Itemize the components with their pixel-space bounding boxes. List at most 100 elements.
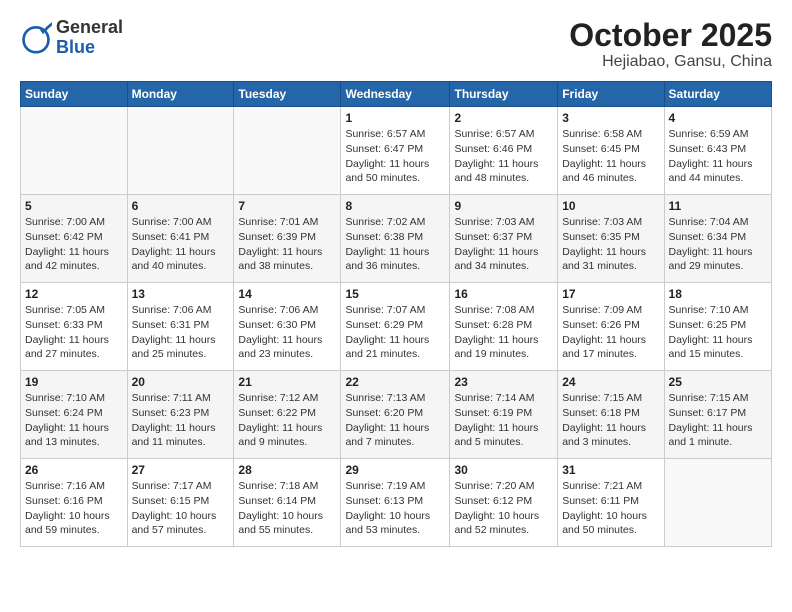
calendar-subtitle: Hejiabao, Gansu, China xyxy=(569,53,772,71)
calendar-week-3: 19Sunrise: 7:10 AM Sunset: 6:24 PM Dayli… xyxy=(21,371,772,459)
day-number: 4 xyxy=(669,111,767,125)
day-number: 10 xyxy=(562,199,659,213)
calendar-cell xyxy=(21,107,128,195)
day-detail: Sunrise: 7:19 AM Sunset: 6:13 PM Dayligh… xyxy=(345,479,445,538)
calendar-week-2: 12 Sunrise: 7:05 AM Sunset: 6:33 PM Dayli… xyxy=(21,283,772,371)
day-detail: Sunrise: 7:00 AM Sunset: 6:41 PM Dayligh… xyxy=(132,215,230,274)
day-number: 14 xyxy=(238,287,336,301)
calendar-cell: 28Sunrise: 7:18 AM Sunset: 6:14 PM Dayli… xyxy=(234,459,341,547)
header-friday: Friday xyxy=(558,82,664,107)
day-number: 9 xyxy=(454,199,553,213)
day-detail: Sunrise: 7:00 AM Sunset: 6:42 PM Dayligh… xyxy=(25,215,123,274)
calendar-cell: 15 Sunrise: 7:07 AM Sunset: 6:29 PM Dayli… xyxy=(341,283,450,371)
calendar-cell: 14 Sunrise: 7:06 AM Sunset: 6:30 PM Dayli… xyxy=(234,283,341,371)
calendar-cell: 6 Sunrise: 7:00 AM Sunset: 6:41 PM Daylig… xyxy=(127,195,234,283)
calendar-cell: 9 Sunrise: 7:03 AM Sunset: 6:37 PM Daylig… xyxy=(450,195,558,283)
day-detail: Sunrise: 7:09 AM Sunset: 6:26 PM Dayligh… xyxy=(562,303,659,362)
calendar-cell: 18 Sunrise: 7:10 AM Sunset: 6:25 PM Dayli… xyxy=(664,283,771,371)
calendar-cell: 16Sunrise: 7:08 AM Sunset: 6:28 PM Dayli… xyxy=(450,283,558,371)
calendar-cell: 10 Sunrise: 7:03 AM Sunset: 6:35 PM Dayli… xyxy=(558,195,664,283)
calendar-cell: 22 Sunrise: 7:13 AM Sunset: 6:20 PM Dayli… xyxy=(341,371,450,459)
day-number: 6 xyxy=(132,199,230,213)
day-number: 31 xyxy=(562,463,659,477)
day-detail: Sunrise: 7:08 AM Sunset: 6:28 PM Dayligh… xyxy=(454,303,553,362)
day-detail: Sunrise: 6:57 AM Sunset: 6:47 PM Dayligh… xyxy=(345,127,445,186)
day-detail: Sunrise: 7:05 AM Sunset: 6:33 PM Dayligh… xyxy=(25,303,123,362)
day-number: 25 xyxy=(669,375,767,389)
calendar-cell: 4 Sunrise: 6:59 AM Sunset: 6:43 PM Daylig… xyxy=(664,107,771,195)
logo-blue-text: Blue xyxy=(56,37,95,57)
day-detail: Sunrise: 7:03 AM Sunset: 6:37 PM Dayligh… xyxy=(454,215,553,274)
page: General Blue October 2025 Hejiabao, Gans… xyxy=(0,0,792,612)
day-detail: Sunrise: 7:13 AM Sunset: 6:20 PM Dayligh… xyxy=(345,391,445,450)
calendar-cell: 1Sunrise: 6:57 AM Sunset: 6:47 PM Daylig… xyxy=(341,107,450,195)
day-detail: Sunrise: 7:21 AM Sunset: 6:11 PM Dayligh… xyxy=(562,479,659,538)
day-number: 18 xyxy=(669,287,767,301)
day-number: 22 xyxy=(345,375,445,389)
day-detail: Sunrise: 7:20 AM Sunset: 6:12 PM Dayligh… xyxy=(454,479,553,538)
day-number: 15 xyxy=(345,287,445,301)
day-number: 27 xyxy=(132,463,230,477)
day-number: 20 xyxy=(132,375,230,389)
calendar-cell xyxy=(234,107,341,195)
calendar-cell: 20 Sunrise: 7:11 AM Sunset: 6:23 PM Dayli… xyxy=(127,371,234,459)
day-number: 13 xyxy=(132,287,230,301)
calendar-cell: 13 Sunrise: 7:06 AM Sunset: 6:31 PM Dayli… xyxy=(127,283,234,371)
calendar-cell: 17Sunrise: 7:09 AM Sunset: 6:26 PM Dayli… xyxy=(558,283,664,371)
calendar-cell: 26Sunrise: 7:16 AM Sunset: 6:16 PM Dayli… xyxy=(21,459,128,547)
calendar-cell: 29 Sunrise: 7:19 AM Sunset: 6:13 PM Dayli… xyxy=(341,459,450,547)
calendar-cell: 8Sunrise: 7:02 AM Sunset: 6:38 PM Daylig… xyxy=(341,195,450,283)
day-detail: Sunrise: 7:14 AM Sunset: 6:19 PM Dayligh… xyxy=(454,391,553,450)
calendar-cell: 3Sunrise: 6:58 AM Sunset: 6:45 PM Daylig… xyxy=(558,107,664,195)
header: General Blue October 2025 Hejiabao, Gans… xyxy=(20,18,772,71)
day-detail: Sunrise: 6:59 AM Sunset: 6:43 PM Dayligh… xyxy=(669,127,767,186)
calendar-header-row: SundayMondayTuesdayWednesdayThursdayFrid… xyxy=(21,82,772,107)
calendar-cell: 23 Sunrise: 7:14 AM Sunset: 6:19 PM Dayli… xyxy=(450,371,558,459)
calendar-cell: 24Sunrise: 7:15 AM Sunset: 6:18 PM Dayli… xyxy=(558,371,664,459)
title-block: October 2025 Hejiabao, Gansu, China xyxy=(569,18,772,71)
day-detail: Sunrise: 7:01 AM Sunset: 6:39 PM Dayligh… xyxy=(238,215,336,274)
day-detail: Sunrise: 7:10 AM Sunset: 6:25 PM Dayligh… xyxy=(669,303,767,362)
calendar-cell: 30Sunrise: 7:20 AM Sunset: 6:12 PM Dayli… xyxy=(450,459,558,547)
logo-text: General Blue xyxy=(56,18,123,58)
calendar-week-4: 26Sunrise: 7:16 AM Sunset: 6:16 PM Dayli… xyxy=(21,459,772,547)
day-detail: Sunrise: 7:07 AM Sunset: 6:29 PM Dayligh… xyxy=(345,303,445,362)
day-number: 24 xyxy=(562,375,659,389)
calendar-cell: 21 Sunrise: 7:12 AM Sunset: 6:22 PM Dayli… xyxy=(234,371,341,459)
day-detail: Sunrise: 7:04 AM Sunset: 6:34 PM Dayligh… xyxy=(669,215,767,274)
day-detail: Sunrise: 7:03 AM Sunset: 6:35 PM Dayligh… xyxy=(562,215,659,274)
logo: General Blue xyxy=(20,18,123,58)
calendar-cell: 2Sunrise: 6:57 AM Sunset: 6:46 PM Daylig… xyxy=(450,107,558,195)
day-detail: Sunrise: 7:17 AM Sunset: 6:15 PM Dayligh… xyxy=(132,479,230,538)
calendar-cell xyxy=(127,107,234,195)
logo-general-text: General xyxy=(56,17,123,37)
day-number: 21 xyxy=(238,375,336,389)
calendar-week-0: 1Sunrise: 6:57 AM Sunset: 6:47 PM Daylig… xyxy=(21,107,772,195)
calendar-cell xyxy=(664,459,771,547)
day-number: 3 xyxy=(562,111,659,125)
header-monday: Monday xyxy=(127,82,234,107)
calendar-title: October 2025 xyxy=(569,18,772,53)
header-tuesday: Tuesday xyxy=(234,82,341,107)
day-detail: Sunrise: 7:11 AM Sunset: 6:23 PM Dayligh… xyxy=(132,391,230,450)
logo-icon xyxy=(20,22,52,54)
day-number: 5 xyxy=(25,199,123,213)
day-detail: Sunrise: 7:06 AM Sunset: 6:30 PM Dayligh… xyxy=(238,303,336,362)
calendar-cell: 12 Sunrise: 7:05 AM Sunset: 6:33 PM Dayli… xyxy=(21,283,128,371)
calendar-cell: 31 Sunrise: 7:21 AM Sunset: 6:11 PM Dayli… xyxy=(558,459,664,547)
day-number: 2 xyxy=(454,111,553,125)
day-detail: Sunrise: 7:12 AM Sunset: 6:22 PM Dayligh… xyxy=(238,391,336,450)
day-detail: Sunrise: 7:15 AM Sunset: 6:17 PM Dayligh… xyxy=(669,391,767,450)
calendar-cell: 19Sunrise: 7:10 AM Sunset: 6:24 PM Dayli… xyxy=(21,371,128,459)
calendar-cell: 5 Sunrise: 7:00 AM Sunset: 6:42 PM Daylig… xyxy=(21,195,128,283)
day-number: 23 xyxy=(454,375,553,389)
day-detail: Sunrise: 7:06 AM Sunset: 6:31 PM Dayligh… xyxy=(132,303,230,362)
day-number: 29 xyxy=(345,463,445,477)
day-number: 12 xyxy=(25,287,123,301)
day-number: 8 xyxy=(345,199,445,213)
calendar-week-1: 5 Sunrise: 7:00 AM Sunset: 6:42 PM Daylig… xyxy=(21,195,772,283)
day-detail: Sunrise: 7:10 AM Sunset: 6:24 PM Dayligh… xyxy=(25,391,123,450)
calendar-cell: 27 Sunrise: 7:17 AM Sunset: 6:15 PM Dayli… xyxy=(127,459,234,547)
day-number: 26 xyxy=(25,463,123,477)
calendar-cell: 25 Sunrise: 7:15 AM Sunset: 6:17 PM Dayli… xyxy=(664,371,771,459)
